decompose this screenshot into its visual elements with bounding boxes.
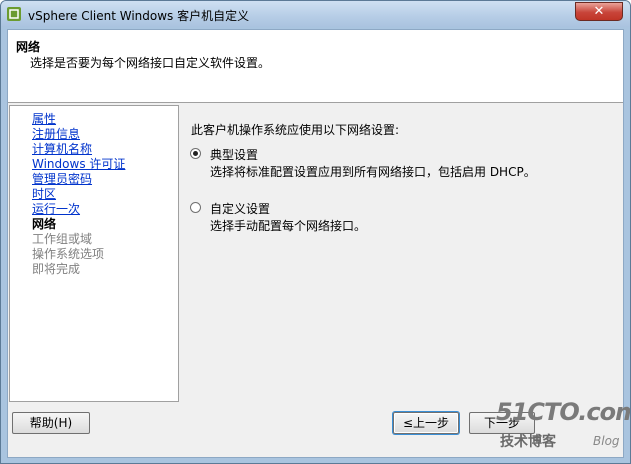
step-workgroup-domain: 工作组或域 xyxy=(32,232,93,246)
step-windows-license[interactable]: Windows 许可证 xyxy=(32,157,125,172)
network-prompt: 此客户机操作系统应使用以下网络设置: xyxy=(191,123,400,137)
custom-label[interactable]: 自定义设置 xyxy=(210,200,270,217)
help-button[interactable]: 帮助(H) xyxy=(12,412,90,434)
step-computer-name[interactable]: 计算机名称 xyxy=(32,142,92,157)
dialog-client-area: 网络 选择是否要为每个网络接口自定义软件设置。 属性 注册信息 计算机名称 Wi… xyxy=(7,29,624,458)
title-bar[interactable]: vSphere Client Windows 客户机自定义 ✕ xyxy=(1,1,630,27)
step-ready-to-complete: 即将完成 xyxy=(32,262,81,276)
option-typical[interactable]: 典型设置 选择将标准配置设置应用到所有网络接口，包括启用 DHCP。 xyxy=(190,146,590,180)
wizard-steps-panel: 属性 注册信息 计算机名称 Windows 许可证 管理员密码 时区 运行一次 … xyxy=(9,105,179,402)
wizard-window: vSphere Client Windows 客户机自定义 ✕ 网络 选择是否要… xyxy=(0,0,631,464)
typical-radio[interactable] xyxy=(190,148,201,159)
watermark-tagline: 技术博客 xyxy=(500,434,556,450)
step-network-current: 网络 xyxy=(32,217,57,231)
step-os-options: 操作系统选项 xyxy=(32,247,105,261)
window-title: vSphere Client Windows 客户机自定义 xyxy=(28,9,250,23)
step-time-zone[interactable]: 时区 xyxy=(32,187,56,202)
page-subtitle: 选择是否要为每个网络接口自定义软件设置。 xyxy=(30,56,271,70)
step-registration[interactable]: 注册信息 xyxy=(32,127,80,142)
page-header: 网络 选择是否要为每个网络接口自定义软件设置。 xyxy=(8,30,623,103)
vsphere-app-icon xyxy=(7,7,21,21)
close-button[interactable]: ✕ xyxy=(575,2,623,21)
option-custom[interactable]: 自定义设置 选择手动配置每个网络接口。 xyxy=(190,200,590,234)
step-properties[interactable]: 属性 xyxy=(32,112,56,127)
step-admin-password[interactable]: 管理员密码 xyxy=(32,172,92,187)
back-button[interactable]: ≤上一步 xyxy=(393,412,459,434)
radio-selected-dot xyxy=(193,151,198,156)
network-settings-panel: 此客户机操作系统应使用以下网络设置: 典型设置 选择将标准配置设置应用到所有网络… xyxy=(184,105,619,402)
custom-radio[interactable] xyxy=(190,202,201,213)
page-title: 网络 xyxy=(16,40,41,54)
watermark-blog: Blog xyxy=(593,434,620,448)
watermark-logo: 51CTO.com xyxy=(496,398,631,426)
step-run-once[interactable]: 运行一次 xyxy=(32,202,80,217)
typical-description: 选择将标准配置设置应用到所有网络接口，包括启用 DHCP。 xyxy=(210,165,536,179)
typical-label[interactable]: 典型设置 xyxy=(210,146,258,163)
close-icon: ✕ xyxy=(593,4,605,19)
site-watermark: 51CTO.com 技术博客 Blog xyxy=(496,398,630,458)
custom-description: 选择手动配置每个网络接口。 xyxy=(210,219,367,233)
